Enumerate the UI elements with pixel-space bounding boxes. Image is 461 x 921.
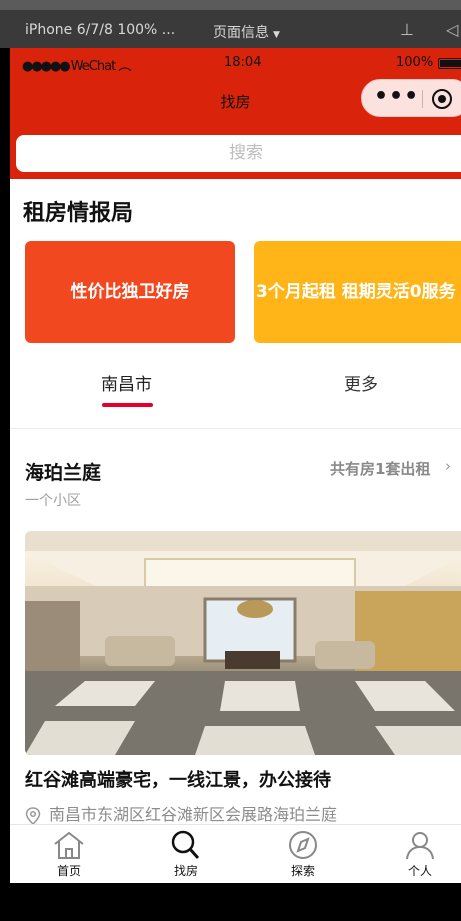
- page-info-label: 页面信息: [213, 25, 269, 41]
- wifi-icon: ︵: [115, 59, 131, 74]
- battery-percent: 100%: [396, 55, 434, 70]
- chevron-right-icon: ›: [445, 457, 451, 475]
- active-tab-indicator: [102, 403, 153, 407]
- capsule-divider: [422, 90, 423, 108]
- compass-icon: [289, 831, 317, 859]
- estate-count-text: 共有房1套出租: [330, 460, 431, 478]
- search-input[interactable]: 搜索: [16, 135, 461, 172]
- location-pin-icon: [25, 806, 41, 825]
- volume-icon[interactable]: ◁: [446, 20, 458, 39]
- page-info-dropdown[interactable]: 页面信息 ▼: [213, 22, 280, 42]
- person-icon: [406, 832, 434, 860]
- status-bar: ●●●●● WeChat ︵ 18:04 100%: [10, 48, 461, 78]
- search-icon: [171, 830, 200, 859]
- close-target-icon[interactable]: [432, 89, 452, 109]
- tab-home[interactable]: 首页: [39, 825, 99, 879]
- bottom-tab-bar: 首页 找房 探索 个人: [10, 824, 461, 883]
- estate-subtitle: 一个小区: [25, 493, 81, 509]
- estate-name: 海珀兰庭: [25, 462, 102, 484]
- phone-screen: ●●●●● WeChat ︵ 18:04 100% 找房 ••• 搜索 租房情报局…: [10, 48, 461, 883]
- divider: [10, 428, 461, 429]
- living-room-image: [25, 531, 461, 755]
- simulator-top-strip: [0, 0, 461, 10]
- caret-down-icon: ▼: [273, 30, 280, 40]
- status-time: 18:04: [224, 55, 262, 70]
- tab-me-label: 个人: [407, 864, 432, 878]
- tab-explore-label: 探索: [290, 864, 315, 878]
- tab-more[interactable]: 更多: [344, 370, 378, 395]
- tab-find-label: 找房: [173, 864, 198, 878]
- promo-card-flexible[interactable]: 3个月起租 租期灵活0服务: [254, 241, 461, 343]
- address-text: 南昌市东湖区红谷滩新区会展路海珀兰庭: [49, 805, 338, 824]
- section-title: 租房情报局: [23, 201, 134, 226]
- tab-nanchang[interactable]: 南昌市: [101, 370, 152, 395]
- device-selector[interactable]: iPhone 6/7/8 100% ...: [25, 22, 175, 38]
- more-icon[interactable]: •••: [374, 84, 419, 109]
- tab-home-label: 首页: [56, 864, 81, 878]
- estate-count-link[interactable]: 共有房1套出租 ›: [330, 457, 451, 479]
- listing-photo[interactable]: [25, 531, 461, 755]
- home-icon: [54, 831, 84, 859]
- listing-title[interactable]: 红谷滩高端豪宅，一线江景，办公接待: [25, 766, 331, 792]
- signal-icon: ●●●●●: [22, 59, 71, 74]
- tab-me[interactable]: 个人: [390, 825, 450, 879]
- tab-find[interactable]: 找房: [156, 825, 216, 879]
- mini-program-capsule: •••: [361, 79, 461, 117]
- carrier-name: WeChat: [70, 59, 116, 74]
- pin-icon[interactable]: ⊥: [400, 20, 414, 39]
- promo-card-value[interactable]: 性价比独卫好房: [25, 241, 235, 343]
- listing-address: 南昌市东湖区红谷滩新区会展路海珀兰庭: [25, 801, 337, 825]
- carrier: ●●●●● WeChat ︵: [22, 55, 131, 74]
- tab-explore[interactable]: 探索: [273, 825, 333, 879]
- simulator-toolbar: iPhone 6/7/8 100% ... 页面信息 ▼ ⊥ ◁: [0, 0, 461, 48]
- battery-icon: [438, 58, 461, 69]
